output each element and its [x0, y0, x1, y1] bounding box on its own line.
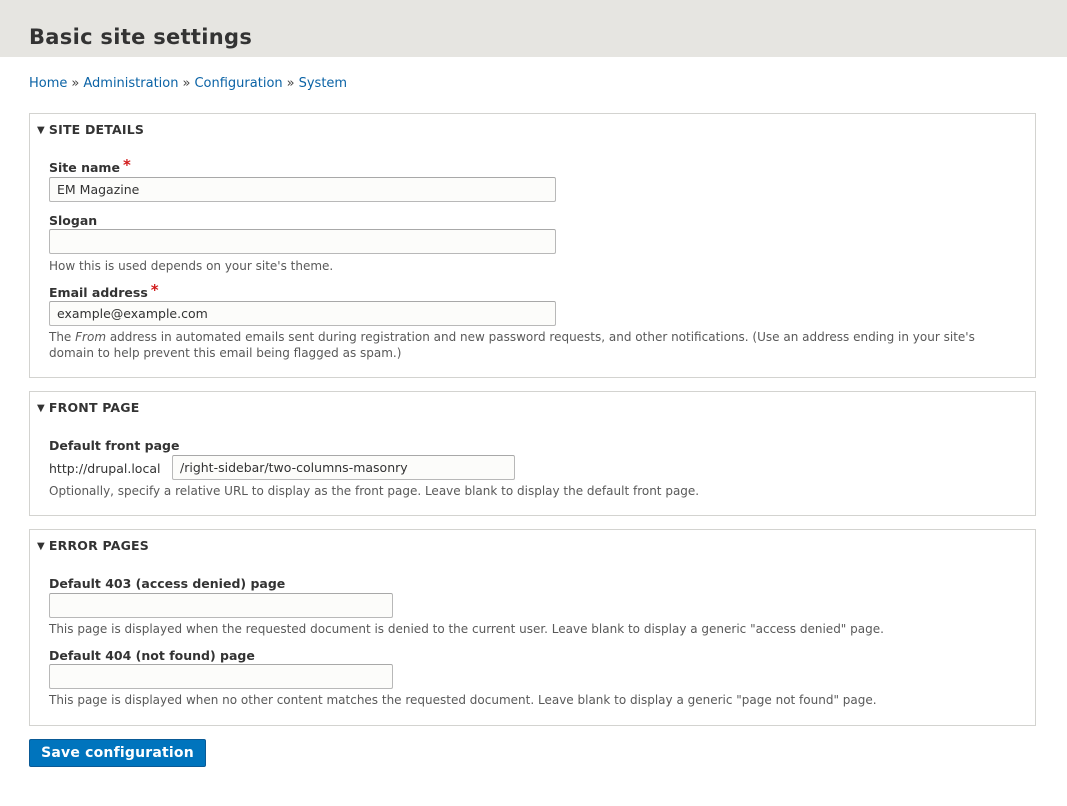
triangle-down-icon: ▼	[37, 125, 45, 136]
required-marker: *	[122, 156, 131, 174]
breadcrumb-system-link[interactable]: System	[299, 76, 347, 91]
site-name-label: Site name *	[49, 156, 131, 176]
site-details-toggle[interactable]: ▼ SITE DETAILS	[37, 122, 144, 139]
site-details-fieldset: ▼ SITE DETAILS Site name * EM Magazine Slo…	[29, 113, 1036, 378]
breadcrumb-separator: »	[286, 76, 295, 91]
breadcrumb-administration-link[interactable]: Administration	[83, 76, 178, 91]
front-page-toggle[interactable]: ▼ FRONT PAGE	[37, 400, 140, 417]
required-marker: *	[150, 281, 159, 299]
slogan-input[interactable]	[49, 229, 556, 254]
breadcrumb-configuration-link[interactable]: Configuration	[194, 76, 282, 91]
page-404-description: This page is displayed when no other con…	[49, 693, 877, 707]
email-description-em: From	[75, 330, 107, 344]
email-input[interactable]: example@example.com	[49, 301, 556, 326]
default-front-page-input[interactable]: /right-sidebar/two-columns-masonry	[172, 455, 515, 480]
page-403-description: This page is displayed when the requeste…	[49, 622, 884, 636]
email-description-post: address in automated emails sent during …	[49, 330, 975, 360]
front-page-url-prefix: http://drupal.local	[49, 461, 161, 476]
breadcrumb-home-link[interactable]: Home	[29, 76, 67, 91]
front-page-legend: FRONT PAGE	[48, 400, 140, 415]
breadcrumb: Home» Administration» Configuration» System	[29, 75, 347, 92]
front-page-fieldset: ▼ FRONT PAGE Default front page http://dr…	[29, 391, 1036, 516]
page-403-label: Default 403 (access denied) page	[49, 576, 286, 591]
email-description: The From address in automated emails sen…	[49, 329, 1009, 361]
site-details-legend: SITE DETAILS	[48, 122, 145, 137]
default-front-page-description: Optionally, specify a relative URL to di…	[49, 484, 700, 498]
triangle-down-icon: ▼	[37, 541, 45, 552]
site-name-label-text: Site name	[49, 160, 120, 175]
save-configuration-button[interactable]: Save configuration	[29, 739, 206, 767]
slogan-description: How this is used depends on your site's …	[49, 259, 334, 273]
site-name-input[interactable]: EM Magazine	[49, 177, 556, 202]
error-pages-toggle[interactable]: ▼ ERROR PAGES	[37, 538, 149, 555]
error-pages-fieldset: ▼ ERROR PAGES Default 403 (access denied)…	[29, 529, 1036, 726]
page-404-input[interactable]	[49, 664, 393, 689]
email-description-pre: The	[49, 330, 76, 344]
page-403-input[interactable]	[49, 593, 393, 618]
email-label: Email address *	[49, 281, 159, 301]
default-front-page-label: Default front page	[49, 438, 180, 453]
triangle-down-icon: ▼	[37, 403, 45, 414]
page-404-label: Default 404 (not found) page	[49, 648, 255, 663]
error-pages-legend: ERROR PAGES	[48, 538, 149, 553]
breadcrumb-separator: »	[71, 76, 80, 91]
page-header: Basic site settings	[0, 0, 1067, 57]
email-label-text: Email address	[49, 285, 148, 300]
page-title: Basic site settings	[29, 25, 253, 49]
slogan-label: Slogan	[49, 213, 98, 228]
breadcrumb-separator: »	[182, 76, 191, 91]
